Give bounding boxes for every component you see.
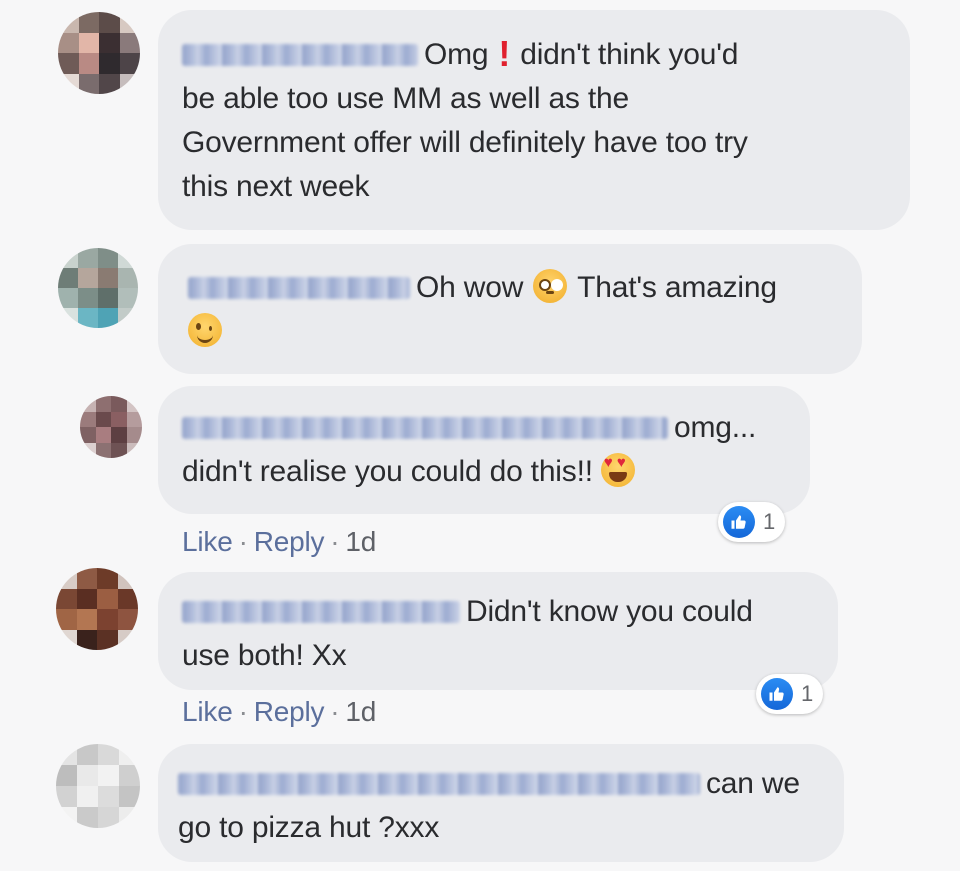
avatar[interactable] — [56, 744, 140, 828]
commenter-name-blurred[interactable] — [178, 773, 700, 795]
flushed-face-emoji-icon — [533, 269, 568, 303]
reaction-summary[interactable]: 1 — [718, 502, 786, 542]
timestamp[interactable]: 1d — [345, 696, 376, 727]
comment-thread: Omg! didn't think you'd be able too use M… — [0, 0, 960, 871]
comment-actions: Like · Reply · 1d — [182, 696, 376, 728]
comment-text-4b: use both! Xx — [182, 639, 347, 672]
heart-eyes-emoji-icon — [600, 453, 635, 487]
comment-text-1d: Government offer will definitely have to… — [182, 126, 748, 159]
thumbs-up-icon — [723, 506, 755, 538]
like-link[interactable]: Like — [182, 696, 233, 727]
comment-text-5b: go to pizza hut ?xxx — [178, 811, 440, 844]
comment-actions: Like · Reply · 1d — [182, 526, 376, 558]
timestamp[interactable]: 1d — [345, 526, 376, 557]
comment-bubble: can we go to pizza hut ?xxx — [158, 744, 844, 862]
comment-bubble: Omg! didn't think you'd be able too use M… — [158, 10, 910, 230]
reaction-count: 1 — [801, 681, 814, 706]
like-link[interactable]: Like — [182, 526, 233, 557]
thumbs-up-icon — [761, 678, 793, 710]
commenter-name-blurred[interactable] — [182, 417, 668, 439]
commenter-name-blurred[interactable] — [182, 601, 460, 623]
comment-text-1b: didn't think you'd — [520, 38, 739, 71]
reaction-summary[interactable]: 1 — [756, 674, 824, 714]
separator-dot: · — [238, 696, 248, 727]
separator-dot: · — [330, 526, 340, 557]
avatar[interactable] — [58, 12, 140, 94]
avatar[interactable] — [56, 568, 138, 650]
comment-text-1e: this next week — [182, 170, 370, 203]
winking-face-emoji-icon — [188, 313, 222, 347]
separator-dot: · — [330, 696, 340, 727]
comment-text-4a: Didn't know you could — [466, 595, 753, 628]
reply-link[interactable]: Reply — [254, 526, 325, 557]
comment-bubble: Oh wow That's amazing — [158, 244, 862, 374]
comment-text-1c: be able too use MM as well as the — [182, 82, 629, 115]
comment-text-2a: Oh wow — [416, 271, 524, 304]
comment-text-5a: can we — [706, 767, 800, 800]
comment-text-2b: That's amazing — [577, 271, 777, 304]
separator-dot: · — [238, 526, 248, 557]
comment-text-1a: Omg — [424, 38, 489, 71]
comment-bubble: Didn't know you could use both! Xx — [158, 572, 838, 690]
avatar[interactable] — [80, 396, 142, 458]
reaction-count: 1 — [763, 509, 776, 534]
comment-text-3b: didn't realise you could do this!! — [182, 455, 593, 488]
commenter-name-blurred[interactable] — [188, 277, 410, 299]
comment-bubble: omg... didn't realise you could do this!… — [158, 386, 810, 514]
comment-text-3a: omg... — [674, 411, 757, 444]
reply-link[interactable]: Reply — [254, 696, 325, 727]
exclamation-icon: ! — [498, 33, 511, 74]
avatar[interactable] — [58, 248, 138, 328]
commenter-name-blurred[interactable] — [182, 44, 418, 66]
